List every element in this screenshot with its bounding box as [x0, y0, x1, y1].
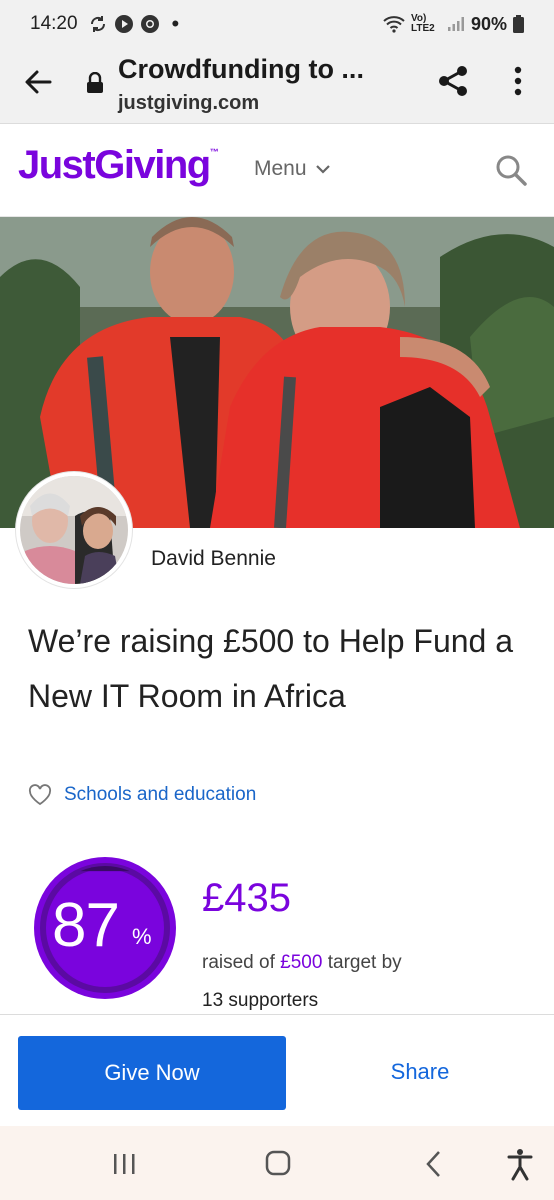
- more-options-icon[interactable]: [508, 64, 528, 98]
- status-bar: 14:20 • Vo) LTE2 90%: [0, 0, 554, 48]
- menu-label: Menu: [254, 157, 307, 180]
- system-nav-bar: [0, 1126, 554, 1200]
- target-amount: £500: [280, 952, 323, 973]
- back-arrow-icon[interactable]: [22, 66, 54, 98]
- search-icon[interactable]: [494, 153, 528, 187]
- raised-prefix: raised of: [202, 952, 275, 973]
- battery-percent: 90%: [470, 13, 507, 34]
- progress-percent-symbol: %: [132, 924, 152, 949]
- wifi-icon: [383, 16, 405, 33]
- justgiving-logo[interactable]: JustGiving™: [18, 143, 219, 188]
- accessibility-icon[interactable]: [500, 1146, 540, 1182]
- logo-trademark: ™: [209, 147, 219, 157]
- browser-page-title[interactable]: Crowdfunding to ...: [118, 54, 364, 85]
- progress-percent: 87: [52, 891, 120, 960]
- raised-amount: £435: [202, 876, 291, 920]
- back-icon[interactable]: [414, 1146, 454, 1182]
- chrome-icon: [140, 15, 159, 33]
- fundraiser-name[interactable]: David Bennie: [151, 547, 276, 571]
- heart-icon: [28, 784, 52, 806]
- fundraiser-avatar[interactable]: [16, 472, 132, 588]
- lock-icon: [87, 72, 103, 93]
- status-time: 14:20: [30, 13, 78, 34]
- network-type: Vo) LTE2: [410, 13, 435, 34]
- category-label: Schools and education: [64, 784, 257, 805]
- donate-action-bar: Give Now Share: [0, 1014, 554, 1126]
- browser-domain[interactable]: justgiving.com: [118, 92, 259, 115]
- chevron-down-icon: [315, 165, 330, 174]
- sync-icon: [90, 16, 105, 32]
- notification-dot-icon: •: [171, 11, 180, 36]
- supporters-count[interactable]: 13 supporters: [202, 990, 318, 1012]
- give-now-button[interactable]: Give Now: [18, 1036, 286, 1110]
- recent-apps-icon[interactable]: [104, 1146, 144, 1182]
- home-icon[interactable]: [258, 1146, 298, 1182]
- play-icon: [114, 15, 133, 33]
- page-title: We’re raising £500 to Help Fund a New IT…: [28, 623, 514, 714]
- site-header: JustGiving™ Menu: [0, 125, 554, 217]
- category-tag[interactable]: Schools and education: [28, 784, 256, 806]
- share-icon[interactable]: [436, 64, 470, 98]
- battery-icon: [513, 15, 524, 33]
- menu-button[interactable]: Menu: [254, 157, 331, 181]
- raised-suffix: target by: [327, 952, 402, 973]
- share-button[interactable]: Share: [340, 1059, 500, 1085]
- signal-icon: [447, 17, 464, 31]
- logo-text: JustGiving: [18, 143, 211, 187]
- raised-summary: raised of £500 target by: [202, 952, 402, 974]
- browser-toolbar: Crowdfunding to ... justgiving.com: [0, 48, 554, 124]
